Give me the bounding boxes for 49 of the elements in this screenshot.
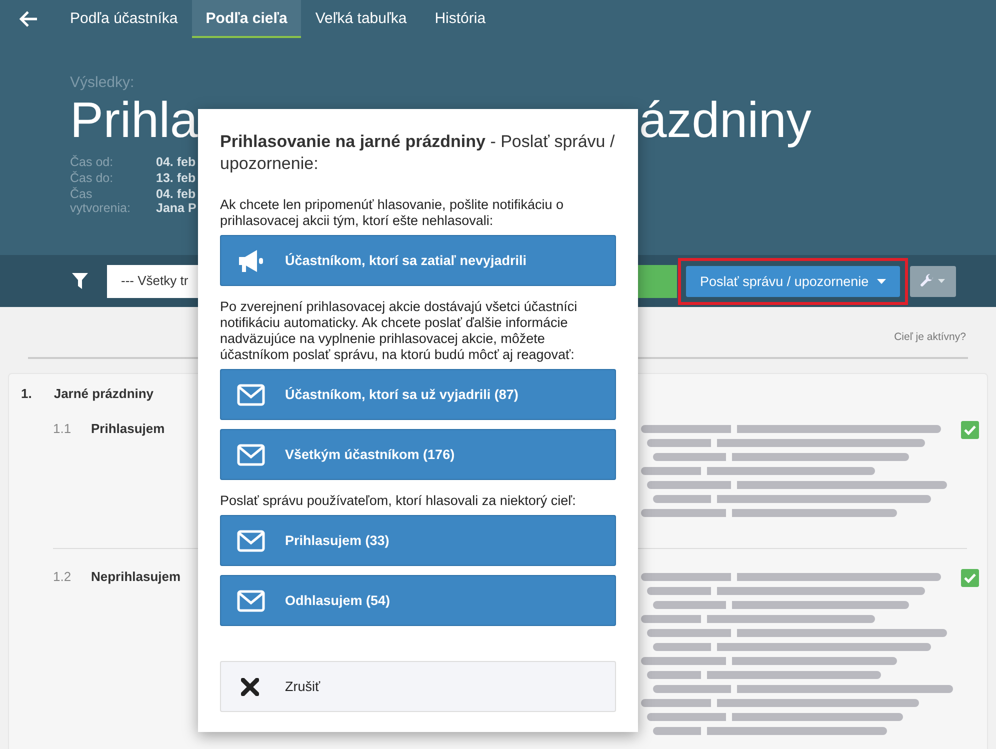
send-option-button[interactable]: Odhlasujem (54): [220, 575, 616, 626]
checkbox[interactable]: [961, 421, 979, 439]
dialog-title: Prihlasovanie na jarné prázdniny - Poslať správu / upozornenie:: [220, 131, 616, 175]
envelope-icon: [237, 590, 265, 612]
goal-number: 1.: [21, 386, 32, 401]
envelope-icon: [237, 530, 265, 552]
page-title: Prihla: [70, 91, 198, 149]
caret-icon: [938, 279, 946, 283]
dialog-text: Ak chcete len pripomenúť hlasovanie, pošlite notifikáciu o prihlasovacej akcii tým, ktorí ešte nehlasovali:: [220, 197, 565, 229]
caret-icon: [876, 278, 886, 284]
close-icon: [241, 678, 259, 696]
meta-value: 04. feb: [156, 187, 196, 201]
nav-tab[interactable]: Podľa cieľa: [192, 0, 302, 38]
wrench-icon: [920, 274, 934, 288]
send-option-button[interactable]: Prihlasujem (33): [220, 515, 616, 566]
goal-active-link[interactable]: Cieľ je aktívny?: [894, 331, 966, 343]
results-caption: Výsledky:: [70, 74, 136, 91]
meta-label: Čas vytvorenia:: [70, 187, 132, 215]
meta-value: Jana P: [156, 201, 196, 215]
cancel-button[interactable]: Zrušiť: [220, 661, 616, 712]
meta-value: 13. feb: [156, 171, 196, 185]
meta-label: Čas od:: [70, 155, 114, 169]
check-icon: [964, 425, 976, 435]
megaphone-icon: [237, 248, 265, 272]
option-number: 1.1: [53, 421, 72, 438]
envelope-icon: [237, 444, 265, 466]
tools-button[interactable]: [910, 266, 956, 296]
meta-label: Čas do:: [70, 171, 114, 185]
option-label: Neprihlasujem: [91, 569, 181, 584]
goal-title: Jarné prázdniny: [54, 386, 154, 401]
option-number: 1.2: [53, 569, 72, 586]
send-option-button[interactable]: Účastníkom, ktorí sa už vyjadrili (87): [220, 369, 616, 420]
envelope-icon: [237, 384, 265, 406]
check-icon: [964, 573, 976, 583]
meta-value: 04. feb: [156, 155, 196, 169]
checkbox[interactable]: [961, 569, 979, 587]
option-label: Prihlasujem: [91, 421, 165, 436]
nav-tab[interactable]: Veľká tabuľka: [301, 0, 421, 38]
nav-tab[interactable]: Podľa účastníka: [56, 0, 192, 38]
send-option-button[interactable]: Účastníkom, ktorí sa zatiaľ nevyjadrili: [220, 235, 616, 286]
nav-tab[interactable]: História: [420, 0, 500, 38]
send-message-button[interactable]: Poslať správu / upozornenie: [686, 266, 900, 296]
page-title: ázdniny: [639, 91, 812, 149]
action-button[interactable]: [637, 264, 677, 298]
send-option-button[interactable]: Všetkým účastníkom (176): [220, 429, 616, 480]
dialog-text: Poslať správu používateľom, ktorí hlasovali za niektorý cieľ:: [220, 493, 577, 509]
dialog-text: Po zverejnení prihlasovacej akcie dostávajú všetci účastníci notifikáciu automaticky. Ak chcete poslať ďalšie informácie nadväzujúce na vyplnenie prihlasovacej akcie, môžete účastníkom poslať správu, na ktorú budú môcť aj reagovať:: [220, 299, 578, 363]
filter-icon[interactable]: [72, 273, 88, 289]
back-arrow-icon: [18, 10, 38, 28]
